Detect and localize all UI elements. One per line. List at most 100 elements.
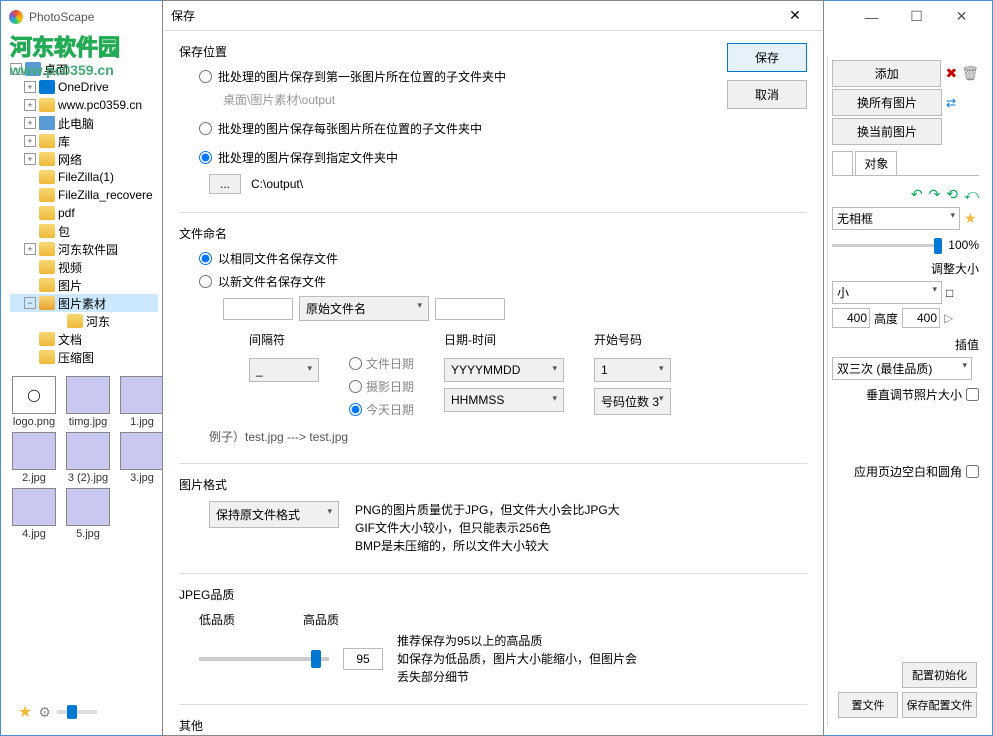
location-radio-3[interactable] <box>199 151 212 164</box>
app-title: PhotoScape <box>29 10 94 24</box>
app-logo-icon <box>9 10 23 24</box>
tree-item[interactable]: 图片 <box>58 277 82 294</box>
tree-item[interactable]: OneDrive <box>58 80 109 94</box>
tree-item[interactable]: pdf <box>58 206 75 220</box>
suffix-input[interactable] <box>435 298 505 320</box>
config-save-button[interactable]: 保存配置文件 <box>902 692 977 718</box>
bottom-toolbar: ★ ⚙ <box>18 702 97 722</box>
vert-adjust-checkbox[interactable] <box>966 388 979 401</box>
star-icon[interactable]: ★ <box>18 702 32 722</box>
refresh-icon[interactable]: ⟲ <box>946 186 958 203</box>
tree-item[interactable]: 网络 <box>58 151 82 168</box>
vert-adjust-label: 垂直调节照片大小 <box>866 386 962 403</box>
tab-1[interactable] <box>832 151 853 175</box>
interp-heading: 插值 <box>832 336 979 353</box>
thumbnail[interactable]: 1.jpg <box>118 376 166 428</box>
tree-item-selected[interactable]: 图片素材 <box>58 295 106 312</box>
add-button[interactable]: 添加 <box>832 60 941 87</box>
undo-icon[interactable]: ↶ <box>911 186 923 203</box>
swap-current-button[interactable]: 换当前图片 <box>832 118 942 145</box>
start-number-label: 开始号码 <box>594 331 671 348</box>
right-tabs: 对象 <box>832 151 979 176</box>
margin-round-label: 应用页边空白和圆角 <box>854 463 962 480</box>
size-select[interactable]: 小▾ <box>832 281 942 304</box>
gear-icon[interactable]: ⚙ <box>38 704 51 721</box>
redo-icon[interactable]: ↷ <box>929 186 941 203</box>
location-radio-2[interactable] <box>199 122 212 135</box>
browse-button[interactable]: ... <box>209 174 241 194</box>
tree-item[interactable]: 视频 <box>58 259 82 276</box>
save-button[interactable]: 保存 <box>727 43 807 72</box>
frame-select[interactable]: 无相框▾ <box>832 207 960 230</box>
tree-item[interactable]: 压缩图 <box>58 349 94 366</box>
other-heading: 其他 <box>179 717 807 734</box>
shot-date-radio[interactable] <box>349 380 362 393</box>
start-number-select[interactable]: 1▾ <box>594 358 671 382</box>
format-group: 图片格式 保持原文件格式▾ PNG的图片质量优于JPG，但文件大小会比JPG大 … <box>179 476 807 555</box>
tree-item[interactable]: 河东 <box>86 313 110 330</box>
location-radio-1[interactable] <box>199 70 212 83</box>
reset-icon[interactable]: ⤺ <box>964 186 979 203</box>
delete-icon[interactable]: ✖ <box>945 65 957 82</box>
tree-item[interactable]: www.pc0359.cn <box>58 98 142 112</box>
swap-all-button[interactable]: 换所有图片 <box>832 89 942 116</box>
tree-item[interactable]: FileZilla_recovere <box>58 188 153 202</box>
thumbnail[interactable]: 5.jpg <box>64 488 112 540</box>
date-label: 日期-时间 <box>444 331 564 348</box>
jpeg-quality-slider[interactable] <box>199 657 329 661</box>
jpeg-group: JPEG品质 低品质 高品质 推荐保存为95以上的高品质 如保存为低品质，图片大… <box>179 586 807 686</box>
time-format-select[interactable]: HHMMSS▾ <box>444 388 564 412</box>
jpeg-quality-input[interactable] <box>343 648 383 670</box>
play-icon[interactable]: ▷ <box>944 311 953 325</box>
tab-object[interactable]: 对象 <box>855 151 897 175</box>
minimize-button[interactable]: — <box>849 2 894 32</box>
config-init-button[interactable]: 配置初始化 <box>902 662 977 688</box>
opacity-slider[interactable] <box>832 244 942 247</box>
separator-select[interactable]: _▾ <box>249 358 319 382</box>
aspect-icon[interactable]: □ <box>946 286 953 300</box>
tree-root[interactable]: 桌面 <box>44 61 68 78</box>
tree-item[interactable]: 库 <box>58 133 70 150</box>
naming-radio-same[interactable] <box>199 252 212 265</box>
right-panel: 添加 ✖ 🗑 换所有图片 ⇄ 换当前图片 对象 ↶ ↷ ⟲ ⤺ 无相框▾ ★ 1… <box>827 56 983 726</box>
trash-icon[interactable]: 🗑 <box>961 65 979 82</box>
tree-item[interactable]: 河东软件园 <box>58 241 118 258</box>
format-select[interactable]: 保持原文件格式▾ <box>209 501 339 528</box>
tree-item[interactable]: FileZilla(1) <box>58 170 114 184</box>
close-button[interactable]: ✕ <box>939 2 984 32</box>
original-name-select[interactable]: 原始文件名▾ <box>299 296 429 321</box>
margin-round-checkbox[interactable] <box>966 465 979 478</box>
interp-select[interactable]: 双三次 (最佳品质)▾ <box>832 357 972 380</box>
date-format-select[interactable]: YYYYMMDD▾ <box>444 358 564 382</box>
maximize-button[interactable]: ☐ <box>894 2 939 32</box>
height-input[interactable] <box>902 308 940 328</box>
file-date-radio[interactable] <box>349 357 362 370</box>
format-heading: 图片格式 <box>179 476 807 493</box>
thumbnail[interactable]: timg.jpg <box>64 376 112 428</box>
today-radio[interactable] <box>349 403 362 416</box>
naming-radio-new[interactable] <box>199 275 212 288</box>
prefix-input[interactable] <box>223 298 293 320</box>
swap-icon[interactable]: ⇄ <box>946 96 956 110</box>
thumbnail[interactable]: 2.jpg <box>10 432 58 484</box>
config-load-button[interactable]: 置文件 <box>838 692 898 718</box>
jpeg-heading: JPEG品质 <box>179 586 807 603</box>
thumbnail[interactable]: 4.jpg <box>10 488 58 540</box>
folder-tree[interactable]: −桌面 +OneDrive +www.pc0359.cn +此电脑 +库 +网络… <box>10 60 158 366</box>
other-group: 其他 保存 EXIF 信息 DPI 不更新改文件修改时间 <box>179 717 807 735</box>
cancel-button[interactable]: 取消 <box>727 80 807 109</box>
thumbnail[interactable]: 3 (2).jpg <box>64 432 112 484</box>
zoom-slider[interactable] <box>57 710 97 714</box>
thumbnail[interactable]: ◯logo.png <box>10 376 58 428</box>
star-icon[interactable]: ★ <box>964 210 977 227</box>
dialog-titlebar: 保存 ✕ <box>163 1 823 31</box>
format-description: PNG的图片质量优于JPG，但文件大小会比JPG大 GIF文件大小较小，但只能表… <box>355 501 620 555</box>
thumbnail[interactable]: 3.jpg <box>118 432 166 484</box>
tree-item[interactable]: 包 <box>58 223 70 240</box>
right-toolbar: ↶ ↷ ⟲ ⤺ <box>832 182 979 207</box>
digits-select[interactable]: 号码位数 3▾ <box>594 388 671 415</box>
tree-item[interactable]: 文档 <box>58 331 82 348</box>
tree-item[interactable]: 此电脑 <box>58 115 94 132</box>
dialog-close-button[interactable]: ✕ <box>775 2 815 30</box>
width-input[interactable] <box>832 308 870 328</box>
